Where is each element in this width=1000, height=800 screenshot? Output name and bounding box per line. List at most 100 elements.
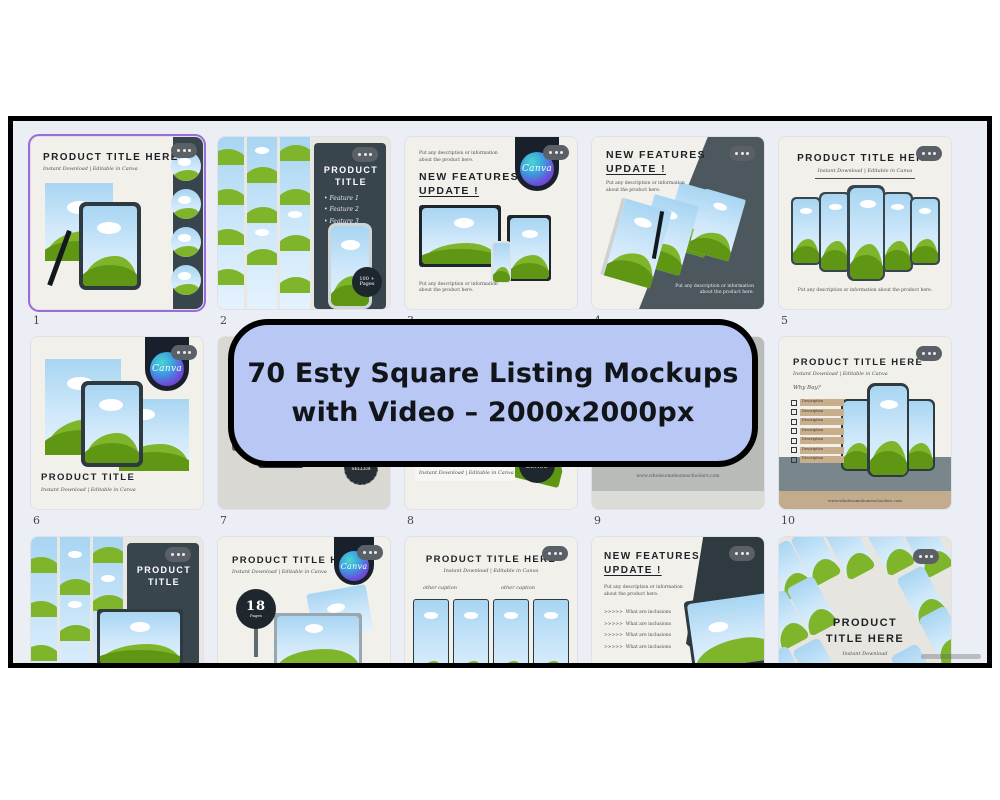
bullet-mark: >>>>>: [604, 610, 623, 615]
card-number: 9: [594, 514, 601, 527]
circle-preview: [171, 265, 201, 295]
card-number: 10: [781, 514, 795, 527]
checkbox-icon[interactable]: [791, 447, 797, 453]
card-subtitle: Instant Download | Editable in Canva: [43, 166, 138, 172]
more-options-icon[interactable]: [729, 146, 755, 161]
heading-line2: UPDATE !: [606, 163, 667, 175]
thumbnail-row: PRODUCT TITLE 100 + Pages 11: [31, 537, 969, 668]
thumbnail-cell-5[interactable]: PRODUCT TITLE HERE Instant Download | Ed…: [779, 137, 966, 331]
thumbnail-4[interactable]: NEW FEATURES UPDATE ! Put any descriptio…: [592, 137, 764, 309]
more-options-icon[interactable]: [352, 147, 378, 162]
desc-top: Put any description or information about…: [419, 151, 498, 165]
card-title-line1: PRODUCT: [323, 165, 379, 175]
pages-count-badge: 18 Pages: [236, 589, 276, 629]
tablet-landscape-mockup: [419, 205, 501, 267]
caption-b: other caption: [501, 585, 535, 591]
page-strip: [60, 537, 90, 663]
card-website: www.wholesomehomeschoolers.com: [828, 498, 902, 503]
more-options-icon[interactable]: [171, 143, 197, 158]
badge-bottom: Pages: [359, 281, 375, 287]
tablet-landscape-mockup: [274, 613, 362, 663]
more-options-icon[interactable]: [542, 546, 568, 561]
thumbnail-5[interactable]: PRODUCT TITLE HERE Instant Download | Ed…: [779, 137, 951, 309]
thumbnail-cell-1[interactable]: PRODUCT TITLE HERE Instant Download | Ed…: [28, 134, 218, 331]
heading-line2: UPDATE !: [419, 185, 480, 197]
card-number: 6: [33, 514, 40, 527]
more-options-icon[interactable]: [165, 547, 191, 562]
thumbnail-cell-2[interactable]: PRODUCT TITLE • Feature 1 • Feature 2 • …: [218, 137, 405, 331]
frame-cell: [533, 599, 569, 663]
card-subtitle: Instant Download | Editable in Canva: [443, 568, 539, 574]
more-options-icon[interactable]: [916, 346, 942, 361]
thumbnail-cell-10[interactable]: PRODUCT TITLE HERE Instant Download | Ed…: [779, 337, 966, 531]
promo-banner-line2: with Video – 2000x2000px: [291, 397, 695, 428]
frame-cell: [493, 599, 529, 663]
thumbnail-15[interactable]: PRODUCT TITLE HERE Instant Download: [779, 537, 951, 663]
tablet-mockup: [683, 588, 764, 663]
checkbox-icon[interactable]: [791, 428, 797, 434]
divider: [815, 178, 915, 179]
more-options-icon[interactable]: [729, 546, 755, 561]
checkbox-icon[interactable]: [791, 437, 797, 444]
checkbox-icon[interactable]: [791, 409, 797, 415]
thumbnail-6[interactable]: Canva PRODUCT TITLE Instant Download | E…: [31, 337, 203, 509]
tablet-landscape-mockup: [97, 609, 183, 663]
card-title-line2: TITLE: [335, 177, 367, 187]
card-title-line2: TITLE HERE: [825, 633, 905, 645]
pages-badge: 100 + Pages: [165, 663, 195, 668]
thumbnail-cell-15[interactable]: PRODUCT TITLE HERE Instant Download 15: [779, 537, 966, 663]
thumbnail-11[interactable]: PRODUCT TITLE 100 + Pages: [31, 537, 203, 668]
checkbox-icon[interactable]: [791, 456, 797, 463]
tablet-mockup: [81, 381, 143, 467]
heading-line1: NEW FEATURES: [419, 171, 520, 183]
frame-cell: [413, 599, 449, 663]
more-options-icon[interactable]: [543, 145, 569, 160]
checkbox-icon[interactable]: [791, 418, 797, 425]
checkbox-icon[interactable]: [791, 399, 797, 406]
card-number: 7: [220, 514, 227, 527]
thumbnail-cell-4[interactable]: NEW FEATURES UPDATE ! Put any descriptio…: [592, 137, 779, 331]
inclusion-item: What are inclusions: [625, 610, 671, 615]
desc-line: about the product here.: [699, 290, 754, 296]
thumbnail-14[interactable]: NEW FEATURES UPDATE ! Put any descriptio…: [592, 537, 764, 663]
promo-banner: 70 Esty Square Listing Mockups with Vide…: [228, 319, 758, 467]
promo-banner-line1: 70 Esty Square Listing Mockups: [247, 358, 739, 389]
desc-line: about the product here.: [419, 157, 474, 163]
card-title-line1: PRODUCT: [136, 565, 192, 575]
checklist-item: Description: [800, 446, 844, 454]
thumbnail-10[interactable]: PRODUCT TITLE HERE Instant Download | Ed…: [779, 337, 951, 509]
phone-mockup: [910, 197, 940, 265]
desc-bottom: Put any description or information about…: [675, 284, 754, 298]
thumbnail-12[interactable]: Canva PRODUCT TITLE HERE Instant Downloa…: [218, 537, 390, 663]
thumbnail-cell-6[interactable]: Canva PRODUCT TITLE Instant Download | E…: [31, 337, 218, 531]
thumbnail-1[interactable]: PRODUCT TITLE HERE Instant Download | Ed…: [28, 134, 206, 312]
desc-line: about the product here.: [606, 187, 661, 193]
card-subtitle: Instant Download | Editable in Canva: [817, 168, 913, 174]
more-options-icon[interactable]: [916, 146, 942, 161]
thumbnail-cell-12[interactable]: Canva PRODUCT TITLE HERE Instant Downloa…: [218, 537, 405, 663]
card-footer: Put any description or information about…: [797, 288, 933, 294]
scrollbar-thumb[interactable]: [921, 654, 981, 659]
checklist-item: Description: [800, 456, 844, 463]
thumbnail-cell-13[interactable]: PRODUCT TITLE HERE Instant Download | Ed…: [405, 537, 592, 663]
thumbnail-3[interactable]: Canva Put any description or information…: [405, 137, 577, 309]
checklist-item: Description: [800, 437, 844, 444]
thumbnail-2[interactable]: PRODUCT TITLE • Feature 1 • Feature 2 • …: [218, 137, 390, 309]
thumbnail-cell-14[interactable]: NEW FEATURES UPDATE ! Put any descriptio…: [592, 537, 779, 663]
heading-line2: UPDATE !: [604, 565, 662, 576]
card-subtitle: Instant Download | Editable in Canva: [793, 371, 888, 377]
frame-cell: [453, 599, 489, 663]
pages-badge: 100 + Pages: [352, 267, 382, 297]
more-options-icon[interactable]: [171, 345, 197, 360]
heading-line1: NEW FEATURES: [606, 149, 707, 161]
more-options-icon[interactable]: [357, 545, 383, 560]
inclusion-item: What are inclusions: [625, 645, 671, 651]
page-strip: [218, 137, 244, 309]
thumbnail-cell-11[interactable]: PRODUCT TITLE 100 + Pages 11: [31, 537, 218, 668]
thumbnail-13[interactable]: PRODUCT TITLE HERE Instant Download | Ed…: [405, 537, 577, 663]
thumbnail-cell-3[interactable]: Canva Put any description or information…: [405, 137, 592, 331]
card-website: www.wholesomehomeschoolers.com: [636, 474, 720, 480]
phone-mockup: [867, 383, 909, 477]
desc-text: Put any description or information about…: [604, 585, 683, 599]
more-options-icon[interactable]: [913, 549, 939, 564]
